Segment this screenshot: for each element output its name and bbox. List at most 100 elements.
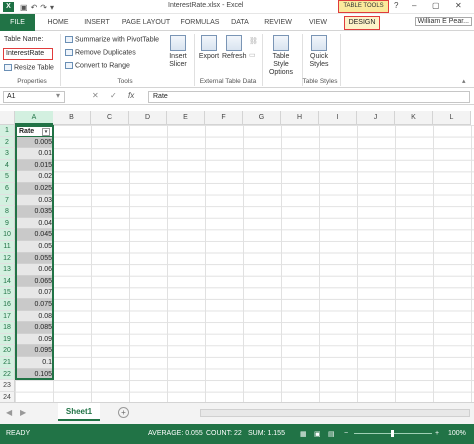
zoom-level[interactable]: 100% bbox=[448, 430, 466, 437]
row-header[interactable]: 8 bbox=[0, 206, 15, 218]
table-header-cell[interactable]: Rate ▾ bbox=[15, 125, 54, 137]
table-style-options-button[interactable]: Table Style Options bbox=[264, 35, 298, 77]
row-header[interactable]: 7 bbox=[0, 194, 15, 207]
row-header[interactable]: 12 bbox=[0, 252, 15, 265]
table-cell[interactable]: 0.005 bbox=[15, 136, 54, 149]
table-cell[interactable]: 0.025 bbox=[15, 183, 54, 195]
row-header[interactable]: 16 bbox=[0, 299, 15, 311]
table-cell[interactable]: 0.04 bbox=[15, 217, 54, 230]
row-header[interactable]: 24 bbox=[0, 391, 15, 402]
minimize-icon[interactable]: – bbox=[412, 1, 416, 10]
column-header-l[interactable]: L bbox=[433, 111, 471, 125]
row-header[interactable]: 6 bbox=[0, 183, 15, 195]
row-header[interactable]: 14 bbox=[0, 275, 15, 288]
select-all-corner[interactable] bbox=[0, 111, 15, 125]
unlink-icon[interactable]: ⛓ bbox=[249, 37, 258, 45]
insert-function-icon[interactable]: fx bbox=[128, 91, 134, 100]
formula-input[interactable]: Rate bbox=[148, 91, 470, 103]
quick-styles-button[interactable]: Quick Styles bbox=[306, 35, 332, 69]
save-icon[interactable]: ▣ bbox=[20, 3, 28, 12]
row-header[interactable]: 23 bbox=[0, 380, 15, 392]
table-cell[interactable]: 0.045 bbox=[15, 229, 54, 241]
tab-home[interactable]: HOME bbox=[40, 14, 76, 31]
table-name-input[interactable]: InterestRate bbox=[3, 48, 53, 60]
table-cell[interactable]: 0.08 bbox=[15, 310, 54, 323]
row-header[interactable]: 2 bbox=[0, 136, 15, 149]
column-header-j[interactable]: J bbox=[357, 111, 395, 125]
column-header-a[interactable]: A bbox=[15, 111, 54, 125]
refresh-button[interactable]: Refresh bbox=[222, 35, 247, 61]
table-cell[interactable]: 0.03 bbox=[15, 194, 54, 207]
table-cell[interactable]: 0.07 bbox=[15, 287, 54, 299]
row-header[interactable]: 9 bbox=[0, 217, 15, 230]
summarize-pivottable-button[interactable]: Summarize with PivotTable bbox=[65, 36, 159, 43]
row-header[interactable]: 10 bbox=[0, 229, 15, 241]
convert-to-range-button[interactable]: Convert to Range bbox=[65, 62, 130, 69]
row-header[interactable]: 20 bbox=[0, 345, 15, 357]
row-header[interactable]: 1 bbox=[0, 125, 15, 137]
row-header[interactable]: 22 bbox=[0, 368, 15, 381]
table-cell[interactable]: 0.01 bbox=[15, 148, 54, 160]
name-box-dropdown-icon[interactable]: ▾ bbox=[56, 91, 60, 100]
row-header[interactable]: 15 bbox=[0, 287, 15, 299]
export-button[interactable]: Export bbox=[198, 35, 220, 61]
table-cell[interactable]: 0.075 bbox=[15, 299, 54, 311]
table-cell[interactable]: 0.055 bbox=[15, 252, 54, 265]
prev-sheet-icon[interactable]: ◀ bbox=[6, 408, 12, 417]
zoom-in-icon[interactable]: + bbox=[435, 430, 439, 437]
open-browser-icon[interactable]: ▭ bbox=[249, 51, 256, 59]
column-header-i[interactable]: I bbox=[319, 111, 357, 125]
close-icon[interactable]: ✕ bbox=[455, 1, 462, 10]
table-cell[interactable]: 0.06 bbox=[15, 264, 54, 276]
table-cell[interactable]: 0.05 bbox=[15, 241, 54, 253]
table-cell[interactable]: 0.015 bbox=[15, 159, 54, 172]
table-cell[interactable]: 0.02 bbox=[15, 171, 54, 183]
tab-view[interactable]: VIEW bbox=[302, 14, 334, 31]
tab-file[interactable]: FILE bbox=[0, 14, 35, 31]
page-layout-view-icon[interactable]: ▣ bbox=[314, 430, 321, 438]
column-header-d[interactable]: D bbox=[129, 111, 167, 125]
tab-insert[interactable]: INSERT bbox=[78, 14, 116, 31]
row-header[interactable]: 5 bbox=[0, 171, 15, 183]
column-header-h[interactable]: H bbox=[281, 111, 319, 125]
zoom-out-icon[interactable]: − bbox=[344, 430, 348, 437]
next-sheet-icon[interactable]: ▶ bbox=[20, 408, 26, 417]
add-sheet-icon[interactable]: + bbox=[118, 407, 129, 418]
sheet-tab-sheet1[interactable]: Sheet1 bbox=[58, 403, 100, 421]
horizontal-scrollbar[interactable] bbox=[200, 409, 470, 417]
normal-view-icon[interactable]: ▦ bbox=[300, 430, 307, 438]
table-cell[interactable]: 0.09 bbox=[15, 333, 54, 346]
column-header-g[interactable]: G bbox=[243, 111, 281, 125]
maximize-icon[interactable]: ▢ bbox=[432, 1, 440, 10]
table-cell[interactable]: 0.095 bbox=[15, 345, 54, 357]
row-header[interactable]: 3 bbox=[0, 148, 15, 160]
table-cell[interactable]: 0.065 bbox=[15, 275, 54, 288]
remove-duplicates-button[interactable]: Remove Duplicates bbox=[65, 49, 136, 56]
redo-icon[interactable]: ↷ bbox=[40, 3, 47, 12]
help-icon[interactable]: ? bbox=[394, 1, 398, 10]
collapse-ribbon-icon[interactable]: ▴ bbox=[462, 77, 466, 85]
cell-area[interactable] bbox=[15, 125, 474, 402]
tab-data[interactable]: DATA bbox=[226, 14, 254, 31]
tab-review[interactable]: REVIEW bbox=[258, 14, 298, 31]
row-header[interactable]: 19 bbox=[0, 333, 15, 346]
cancel-icon[interactable]: ✕ bbox=[92, 91, 99, 100]
enter-icon[interactable]: ✓ bbox=[110, 91, 117, 100]
customize-qat-icon[interactable]: ▾ bbox=[50, 3, 54, 12]
column-header-f[interactable]: F bbox=[205, 111, 243, 125]
page-break-view-icon[interactable]: ▤ bbox=[328, 430, 335, 438]
table-cell[interactable]: 0.1 bbox=[15, 357, 54, 369]
row-header[interactable]: 13 bbox=[0, 264, 15, 276]
row-header[interactable]: 11 bbox=[0, 241, 15, 253]
row-header[interactable]: 4 bbox=[0, 159, 15, 172]
filter-dropdown-icon[interactable]: ▾ bbox=[42, 128, 50, 136]
tab-design[interactable]: DESIGN bbox=[344, 16, 380, 30]
user-account[interactable]: William E Pear... bbox=[414, 17, 472, 26]
tab-page-layout[interactable]: PAGE LAYOUT bbox=[118, 14, 174, 31]
insert-slicer-button[interactable]: Insert Slicer bbox=[166, 35, 190, 69]
tab-formulas[interactable]: FORMULAS bbox=[176, 14, 224, 31]
row-header[interactable]: 18 bbox=[0, 322, 15, 334]
table-cell[interactable]: 0.035 bbox=[15, 206, 54, 218]
zoom-slider-thumb[interactable] bbox=[391, 430, 394, 437]
resize-table-button[interactable]: Resize Table bbox=[4, 64, 54, 71]
